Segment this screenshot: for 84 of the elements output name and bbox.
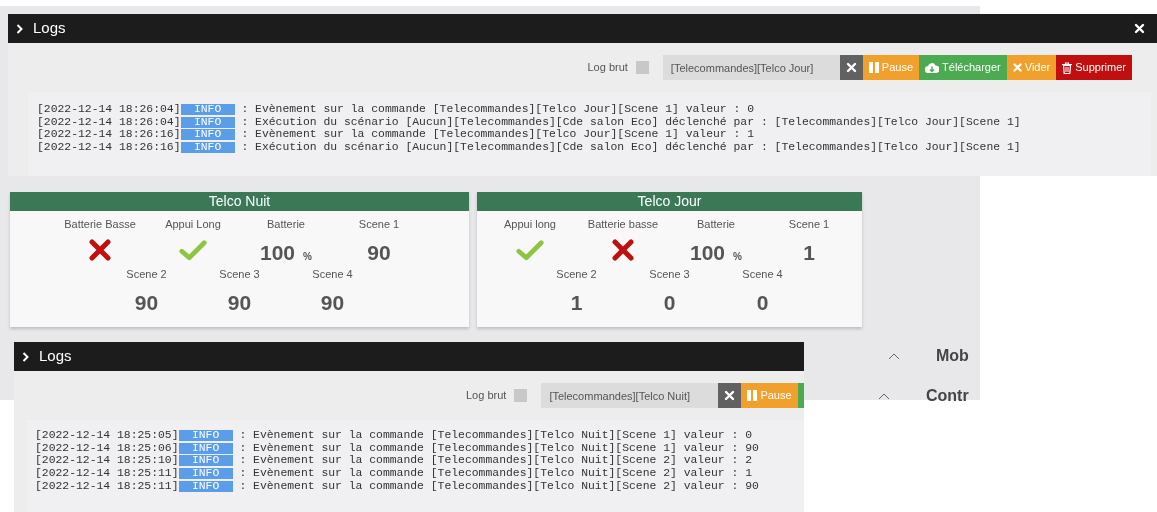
- log-message: : Exécution du scénario [Aucun][Telecommandes][Cde salon Eco] déclenché par : [Telecommandes][Telco Jour][Scene 1]: [240, 141, 1021, 154]
- pause-icon: [747, 390, 758, 401]
- level-badge: INFO: [178, 480, 233, 492]
- delete-button[interactable]: Supprimer: [1056, 55, 1132, 80]
- window-title: Logs: [33, 18, 67, 39]
- widget-value: 1: [570, 289, 583, 316]
- level-badge: INFO: [180, 104, 235, 115]
- widget-label: Batterie: [267, 217, 305, 232]
- log-brut-label: Log brut: [466, 388, 507, 404]
- widget-label: Scene 4: [312, 267, 353, 282]
- level-badge: INFO: [178, 455, 233, 467]
- log-message: : Evènement sur la commande [Telecommandes][Telco Nuit][Scene 2] valeur : 1: [238, 467, 753, 480]
- download-button[interactable]: Télécharger: [919, 55, 1007, 80]
- chevron-up-icon[interactable]: [888, 352, 900, 360]
- widget-label: Appui long: [504, 217, 556, 232]
- log-timestamp: [2022-12-14 18:26:16]: [37, 141, 181, 154]
- log-brut-label: Log brut: [587, 60, 628, 76]
- widget-title: Telco Jour: [477, 192, 862, 211]
- chevron-up-icon[interactable]: [878, 392, 890, 400]
- pause-button[interactable]: Pause: [741, 383, 798, 408]
- log-timestamp: [2022-12-14 18:26:16]: [37, 128, 181, 141]
- log-message: : Evènement sur la commande [Telecommandes][Telco Jour][Scene 1] valeur : 1: [240, 128, 755, 141]
- trash-icon: [1062, 61, 1073, 74]
- log-message: : Exécution du scénario [Aucun][Telecommandes][Cde salon Eco] déclenché par : [Telecommandes][Telco Jour][Scene 1]: [240, 115, 1021, 128]
- checkbox[interactable]: [514, 389, 528, 402]
- chevron-right-icon[interactable]: [16, 23, 23, 34]
- log-timestamp: [2022-12-14 18:25:11]: [35, 467, 179, 480]
- widget-label: Batterie Basse: [64, 217, 136, 232]
- level-badge: INFO: [180, 142, 235, 154]
- widget-value: 0: [756, 289, 769, 316]
- window-title: Logs: [39, 346, 73, 367]
- widget-value: 90: [367, 239, 391, 266]
- widget-label: Scene 2: [556, 267, 597, 282]
- level-badge: INFO: [180, 129, 235, 141]
- unit-label: %: [733, 249, 742, 264]
- level-badge: INFO: [178, 442, 233, 454]
- close-icon: [724, 390, 736, 401]
- widget-value: 90: [320, 289, 345, 316]
- section-title: Mob: [936, 346, 969, 366]
- close-icon: [1012, 63, 1022, 72]
- clear-log-button[interactable]: Vider: [1006, 55, 1057, 80]
- level-badge: INFO: [178, 430, 233, 441]
- widget-value: 1: [803, 239, 815, 266]
- widget-title: Telco Nuit: [10, 192, 469, 211]
- widget-label: Scene 3: [219, 267, 260, 282]
- log-timestamp: [2022-12-14 18:25:05]: [35, 429, 179, 441]
- chevron-right-icon[interactable]: [22, 351, 29, 362]
- widget-value: 90: [227, 289, 252, 316]
- level-badge: INFO: [178, 468, 233, 480]
- widget-label: Batterie: [697, 217, 735, 232]
- widget-label: Scene 3: [649, 267, 690, 282]
- checkbox[interactable]: [635, 61, 649, 74]
- widget-label: Scene 2: [126, 267, 167, 282]
- widget-value: 100: [260, 239, 296, 266]
- clear-filter-button[interactable]: [718, 383, 742, 408]
- cloud-download-icon: [925, 62, 940, 73]
- clear-filter-button[interactable]: [839, 55, 863, 80]
- log-message: : Evènement sur la commande [Telecommandes][Telco Nuit][Scene 1] valeur : 90: [238, 441, 759, 454]
- widget-label: Appui Long: [165, 217, 221, 232]
- section-title: Contr: [926, 386, 969, 406]
- close-icon: [845, 62, 857, 73]
- widget-value: 0: [663, 289, 676, 316]
- widget-value: 90: [134, 289, 159, 316]
- log-timestamp: [2022-12-14 18:25:10]: [35, 454, 179, 467]
- log-message: : Evènement sur la commande [Telecommandes][Telco Nuit][Scene 1] valeur : 0: [238, 429, 753, 441]
- log-timestamp: [2022-12-14 18:26:04]: [37, 115, 181, 128]
- level-badge: INFO: [180, 116, 235, 128]
- widget-label: Batterie basse: [587, 217, 659, 232]
- widget-label: Scene 1: [358, 217, 400, 232]
- widget-label: Scene 1: [788, 217, 830, 232]
- log-message: : Evènement sur la commande [Telecommandes][Telco Jour][Scene 1] valeur : 0: [240, 103, 755, 115]
- log-message: : Evènement sur la commande [Telecommandes][Telco Nuit][Scene 2] valeur : 90: [238, 479, 759, 492]
- unit-label: %: [303, 249, 312, 264]
- pause-icon: [868, 62, 879, 73]
- log-timestamp: [2022-12-14 18:25:06]: [35, 441, 179, 454]
- pause-button[interactable]: Pause: [862, 55, 920, 80]
- widget-value: 100: [690, 239, 726, 266]
- widget-label: Scene 4: [742, 267, 783, 282]
- log-timestamp: [2022-12-14 18:26:04]: [37, 103, 181, 115]
- log-message: : Evènement sur la commande [Telecommandes][Telco Nuit][Scene 2] valeur : 2: [238, 454, 753, 467]
- filter-field[interactable]: [Telecommandes][Telco Jour]: [662, 55, 840, 80]
- close-icon[interactable]: [1134, 23, 1145, 34]
- filter-field[interactable]: [Telecommandes][Telco Nuit]: [541, 383, 719, 408]
- log-timestamp: [2022-12-14 18:25:11]: [35, 479, 179, 492]
